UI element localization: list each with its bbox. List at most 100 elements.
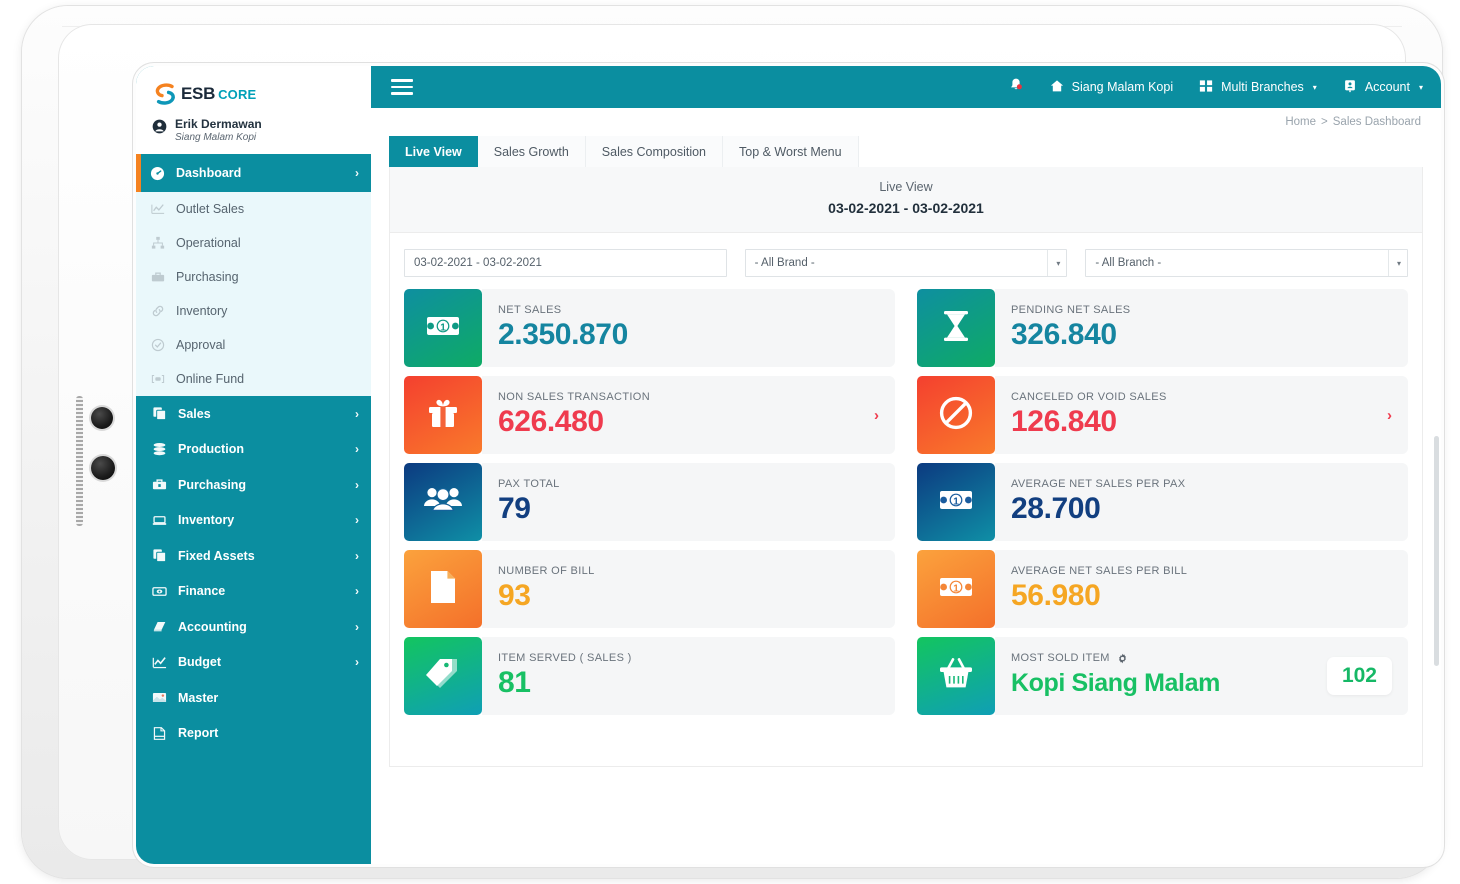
logo-text-core: CORE (218, 86, 257, 102)
kpi-label: AVERAGE NET SALES PER PAX (1011, 478, 1186, 490)
sidebar-item-budget[interactable]: Budget › (136, 645, 371, 681)
tab-sales-growth[interactable]: Sales Growth (477, 136, 586, 167)
kpi-icon-tile (917, 289, 995, 367)
line-chart-icon (149, 202, 166, 216)
camera-button[interactable] (91, 407, 113, 429)
sidebar-item-label: Approval (176, 338, 226, 352)
kpi-detail-arrow[interactable]: › (874, 407, 879, 424)
kpi-card-most-sold-item[interactable]: MOST SOLD ITEM Kopi Siang Malam 102 (917, 637, 1408, 715)
sidebar-item-inventory-sub[interactable]: Inventory (136, 294, 371, 328)
svg-text:1: 1 (440, 322, 446, 333)
filter-bar: 03-02-2021 - 03-02-2021 - All Brand - ▾ … (390, 233, 1422, 289)
tab-sales-composition[interactable]: Sales Composition (585, 136, 723, 167)
branches-label: Multi Branches (1221, 80, 1304, 94)
breadcrumb-home[interactable]: Home (1285, 116, 1316, 128)
svg-text:1: 1 (953, 583, 959, 594)
hamburger-icon[interactable] (391, 79, 413, 95)
kpi-grid: 1 NET SALES 2.350.870 PENDING NET SALES … (390, 289, 1422, 743)
breadcrumb: Home > Sales Dashboard (371, 108, 1441, 136)
user-info[interactable]: Erik Dermawan Siang Malam Kopi (136, 108, 371, 144)
sidebar-item-master[interactable]: Master (136, 680, 371, 716)
chevron-right-icon: › (355, 619, 359, 634)
tablet-frame: ESB CORE Erik Dermawan Siang Malam Kopi … (22, 6, 1442, 878)
chevron-down-icon: ▾ (1312, 82, 1317, 92)
sidebar-item-label: Accounting (178, 619, 247, 634)
kpi-card-item-served-sales[interactable]: ITEM SERVED ( SALES ) 81 (404, 637, 895, 715)
kpi-body: MOST SOLD ITEM Kopi Siang Malam 102 (995, 637, 1408, 715)
sidebar-item-purchasing[interactable]: Purchasing › (136, 467, 371, 503)
sidebar-item-purchasing-sub[interactable]: Purchasing (136, 260, 371, 294)
kpi-icon-tile: 1 (404, 289, 482, 367)
kpi-label: MOST SOLD ITEM (1011, 652, 1317, 664)
home-icon (1050, 79, 1064, 96)
basket-icon (936, 655, 976, 698)
sidebar-item-outlet-sales[interactable]: Outlet Sales (136, 192, 371, 226)
chevron-right-icon: › (355, 166, 359, 180)
sidebar-item-online-fund[interactable]: Online Fund (136, 362, 371, 396)
kpi-body: NET SALES 2.350.870 (482, 289, 895, 367)
user-avatar-icon (152, 119, 167, 139)
kpi-card-pending-net-sales[interactable]: PENDING NET SALES 326.840 (917, 289, 1408, 367)
account-menu[interactable]: Account ▾ (1343, 79, 1423, 96)
sidebar-item-sales[interactable]: Sales › (136, 396, 371, 432)
logo-text-esb: ESB (181, 84, 216, 103)
tablet-screen-bezel: ESB CORE Erik Dermawan Siang Malam Kopi … (136, 66, 1441, 864)
chevron-down-icon[interactable]: ▾ (1388, 250, 1401, 276)
kpi-icon-tile (917, 637, 995, 715)
kpi-body: PAX TOTAL 79 (482, 463, 895, 541)
bell-icon (1008, 77, 1024, 97)
kpi-card-net-sales[interactable]: 1 NET SALES 2.350.870 (404, 289, 895, 367)
tab-top-worst-menu[interactable]: Top & Worst Menu (723, 136, 859, 167)
box-icon (151, 513, 168, 528)
branches-selector[interactable]: Multi Branches ▾ (1199, 79, 1317, 96)
sidebar-item-dashboard[interactable]: Dashboard › (136, 154, 371, 192)
kpi-card-pax-total[interactable]: PAX TOTAL 79 (404, 463, 895, 541)
tab-label: Top & Worst Menu (739, 144, 842, 159)
kpi-detail-arrow[interactable]: › (1387, 407, 1392, 424)
outlet-selector[interactable]: Siang Malam Kopi (1050, 79, 1173, 96)
home-button[interactable] (91, 456, 115, 480)
sidebar-item-finance[interactable]: Finance › (136, 574, 371, 610)
chevron-down-icon[interactable]: ▾ (1047, 250, 1060, 276)
tag-icon (423, 654, 463, 699)
kpi-card-number-of-bill[interactable]: NUMBER OF BILL 93 (404, 550, 895, 628)
kpi-value: 126.840 (1011, 405, 1117, 438)
outlet-label: Siang Malam Kopi (1071, 80, 1174, 94)
sidebar-item-approval[interactable]: Approval (136, 328, 371, 362)
tab-live-view[interactable]: Live View (389, 136, 478, 167)
sidebar-item-label: Inventory (176, 304, 228, 318)
kpi-label: ITEM SERVED ( SALES ) (498, 652, 632, 664)
kpi-card-non-sales-transaction[interactable]: NON SALES TRANSACTION 626.480 › (404, 376, 895, 454)
chevron-right-icon: › (355, 513, 359, 528)
kpi-value: Kopi Siang Malam (1011, 669, 1220, 697)
date-range-filter[interactable]: 03-02-2021 - 03-02-2021 (404, 249, 727, 277)
logo[interactable]: ESB CORE (136, 80, 371, 108)
kpi-label: NON SALES TRANSACTION (498, 391, 651, 403)
branch-filter[interactable]: - All Branch - ▾ (1085, 249, 1409, 277)
kpi-body: CANCELED OR VOID SALES 126.840 › (995, 376, 1408, 454)
kpi-card-average-net-sales-per-bill[interactable]: 1 AVERAGE NET SALES PER BILL 56.980 (917, 550, 1408, 628)
sidebar-item-fixed-assets[interactable]: Fixed Assets › (136, 538, 371, 574)
kpi-value: 93 (498, 579, 531, 612)
chevron-right-icon: › (355, 406, 359, 421)
tab-label: Sales Composition (601, 144, 706, 159)
banknote-icon: 1 (936, 567, 976, 612)
grid-icon (1199, 79, 1213, 96)
sidebar-item-label: Purchasing (176, 270, 239, 284)
id-card-icon (1343, 79, 1357, 96)
sidebar-item-production[interactable]: Production › (136, 432, 371, 468)
gear-icon[interactable] (1117, 653, 1128, 664)
notification-button[interactable] (1008, 77, 1024, 97)
sidebar-item-operational[interactable]: Operational (136, 226, 371, 260)
kpi-card-canceled-or-void-sales[interactable]: CANCELED OR VOID SALES 126.840 › (917, 376, 1408, 454)
sidebar-item-accounting[interactable]: Accounting › (136, 609, 371, 645)
sidebar-item-inventory[interactable]: Inventory › (136, 503, 371, 539)
content-scrollbar[interactable] (1434, 436, 1439, 666)
branch-filter-value: - All Branch - (1095, 257, 1162, 269)
sidebar-item-label: Master (178, 690, 219, 705)
sidebar: ESB CORE Erik Dermawan Siang Malam Kopi … (136, 66, 371, 864)
sitemap-icon (149, 236, 166, 250)
brand-filter[interactable]: - All Brand - ▾ (744, 249, 1068, 277)
sidebar-item-report[interactable]: Report (136, 716, 371, 752)
kpi-card-average-net-sales-per-pax[interactable]: 1 AVERAGE NET SALES PER PAX 28.700 (917, 463, 1408, 541)
